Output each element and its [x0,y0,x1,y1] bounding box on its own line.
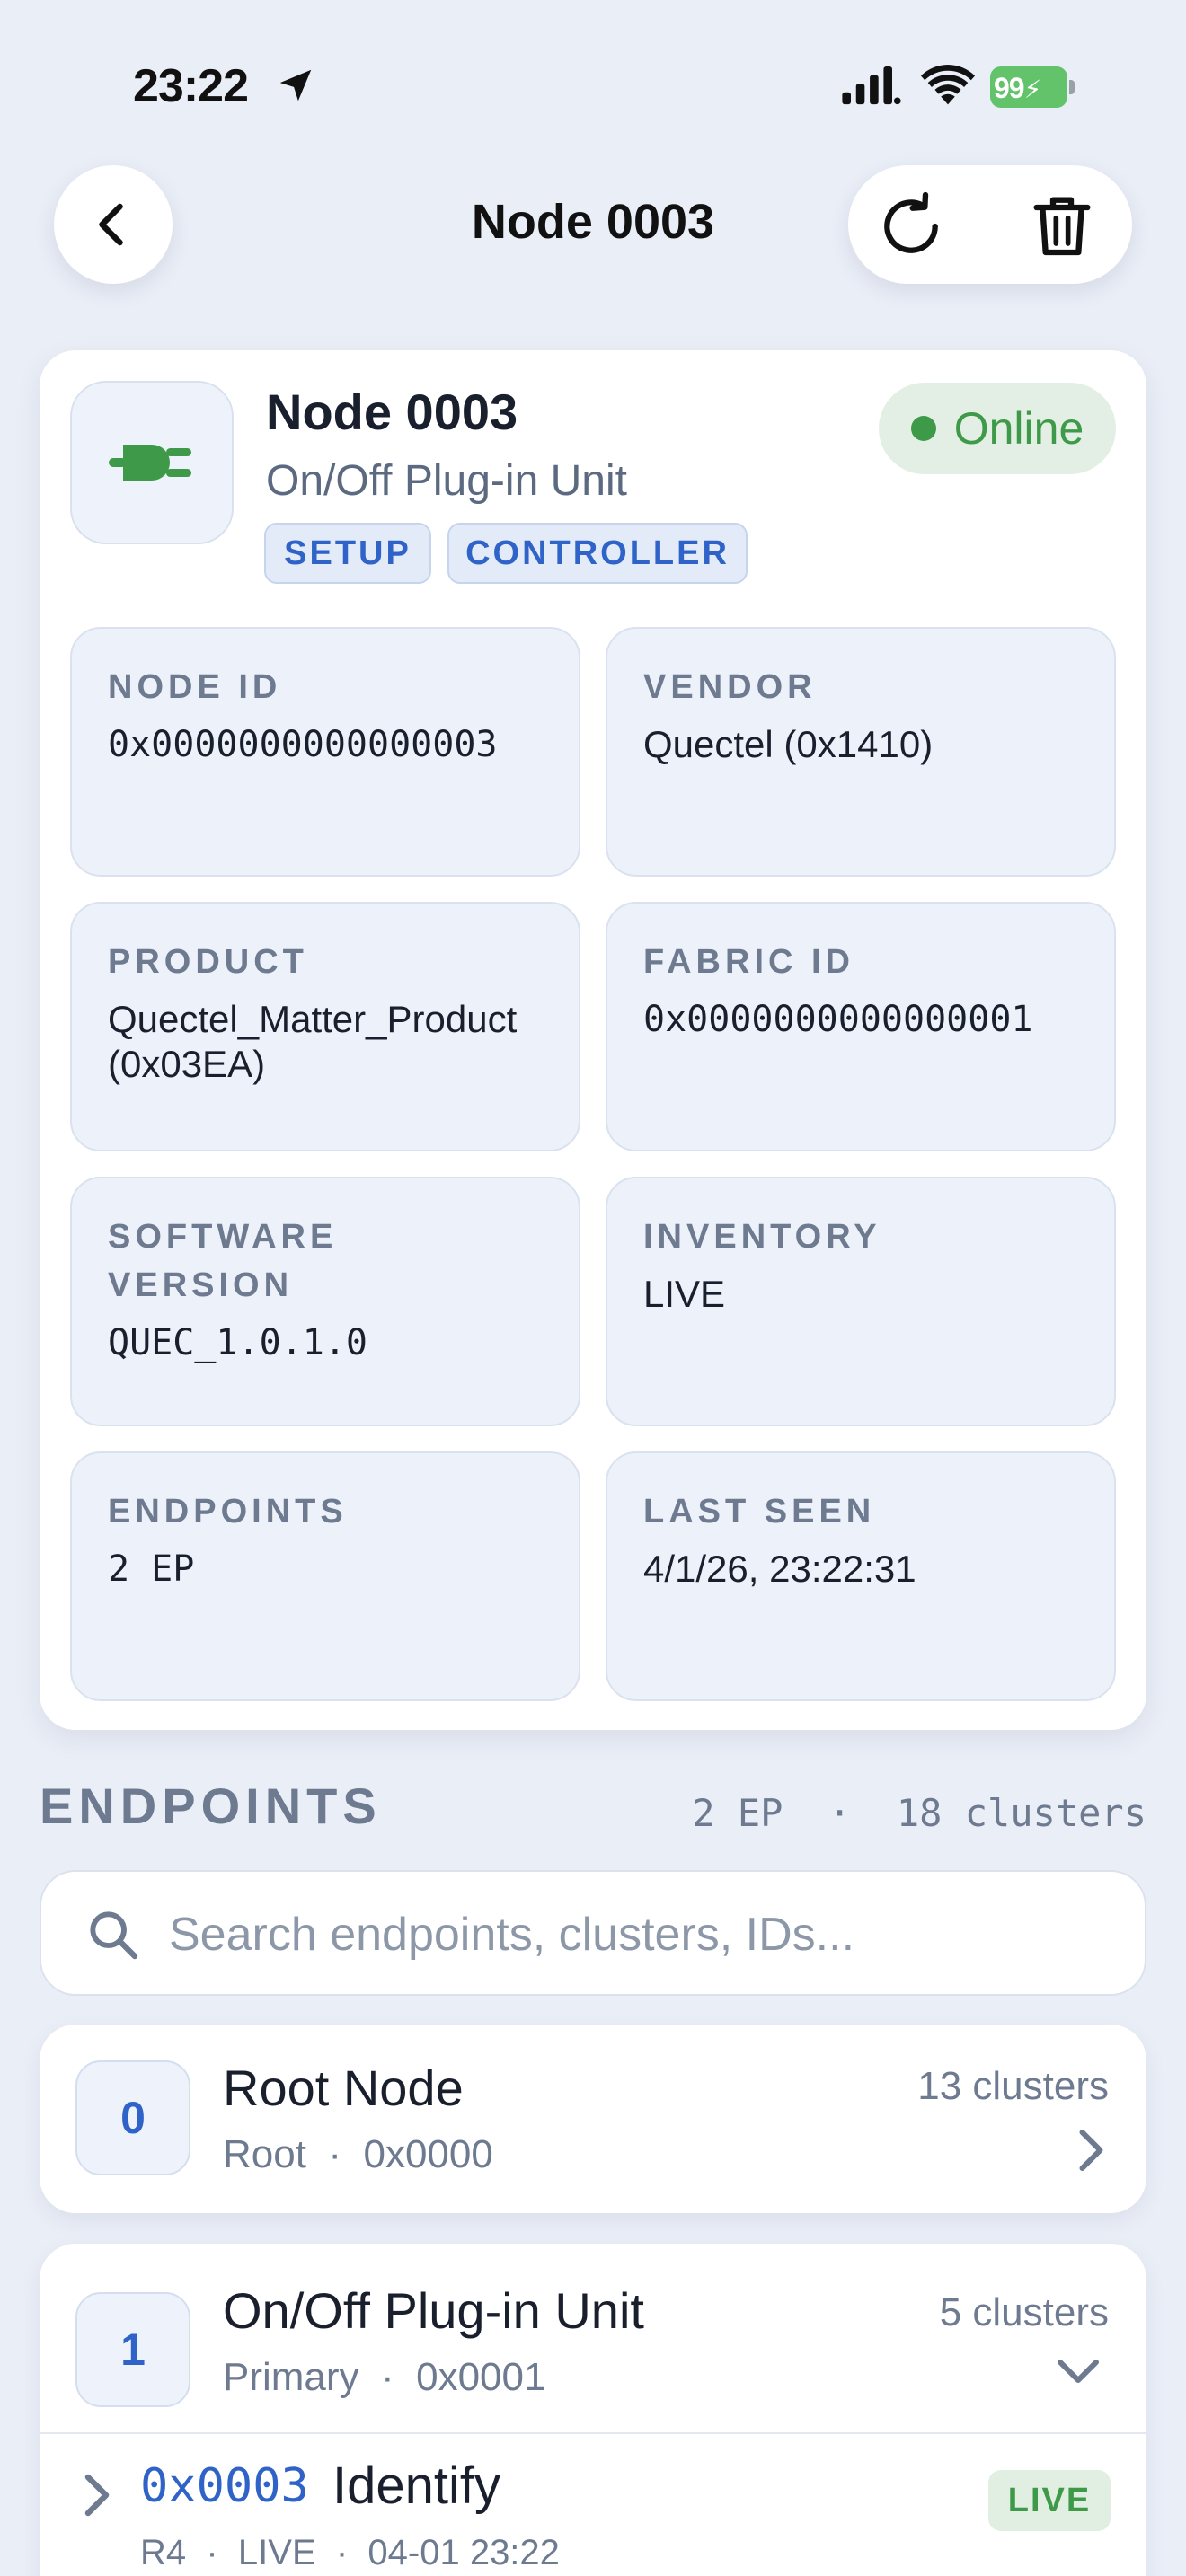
endpoints-summary: 2 EP · 18 clusters [692,1791,1146,1835]
bolt-icon: ⚡ [1023,75,1042,103]
info-tile-vendor: VENDOR Quectel (0x1410) [606,627,1116,877]
tile-label: NODE ID [108,668,282,706]
device-icon-tile [70,381,234,544]
endpoint-card-1: 1 On/Off Plug-in Unit Primary · 0x0001 5… [40,2244,1146,2576]
chevron-right-icon [1079,2130,1103,2171]
endpoint-name: On/Off Plug-in Unit [223,2282,644,2339]
cellular-signal-icon [842,66,901,105]
tile-label: LAST SEEN [643,1493,876,1531]
endpoint-meta: Root · 0x0000 [223,2132,493,2176]
refresh-icon[interactable] [875,190,947,262]
info-tile-node-id: NODE ID 0x0000000000000003 [70,627,580,877]
online-dot-icon [910,416,936,441]
battery-level: 99⚡ [994,72,1042,105]
tile-value: Quectel (0x1410) [643,723,934,765]
cluster-meta: R4 · LIVE · 04-01 23:22 [140,2533,560,2572]
device-type: On/Off Plug-in Unit [266,457,627,505]
tile-value: 4/1/26, 23:22:31 [643,1548,916,1590]
tile-label: VENDOR [643,668,817,706]
chevron-down-icon [1058,2360,1099,2383]
status-text: Online [953,403,1084,454]
trash-icon[interactable] [1026,189,1098,262]
tile-label: PRODUCT [108,943,308,981]
endpoint-cluster-count: 5 clusters [939,2290,1109,2334]
battery-cap [1069,80,1075,94]
status-bar: 23:22 99⚡ [0,56,1186,119]
search-icon [90,1911,138,1960]
tile-label: FABRIC ID [643,943,854,981]
endpoint-card-0[interactable]: 0 Root Node Root · 0x0000 13 clusters [40,2025,1146,2213]
cluster-name: Identify [332,2457,500,2515]
live-badge: LIVE [988,2470,1111,2531]
cluster-row[interactable]: 0x0003 Identify R4 · LIVE · 04-01 23:22 … [40,2434,1146,2576]
tile-value: Quectel_Matter_Product (0x03EA) [108,998,518,1085]
status-badge: Online [879,383,1116,474]
endpoint-cluster-count: 13 clusters [917,2064,1109,2108]
battery-indicator: 99⚡ [990,66,1075,108]
tile-label: SOFTWARE VERSION [108,1218,338,1304]
battery-percent: 99 [994,72,1025,104]
tile-value: QUEC_1.0.1.0 [108,1322,367,1363]
endpoint-name: Root Node [223,2060,464,2116]
info-tile-product: PRODUCT Quectel_Matter_Product (0x03EA) [70,902,580,1151]
info-tile-inventory: INVENTORY LIVE [606,1177,1116,1426]
cluster-id: 0x0003 [140,2459,309,2513]
tag-setup: SETUP [264,523,431,584]
device-summary-card: Node 0003 On/Off Plug-in Unit SETUP CONT… [40,350,1146,1730]
info-tile-last-seen: LAST SEEN 4/1/26, 23:22:31 [606,1451,1116,1701]
status-time: 23:22 [133,60,249,112]
tile-value: LIVE [643,1273,726,1315]
tile-label: INVENTORY [643,1218,881,1256]
search-bar [40,1870,1146,1996]
tile-value: 0x0000000000000003 [108,724,498,765]
info-tile-software-version: SOFTWARE VERSION QUEC_1.0.1.0 [70,1177,580,1426]
tile-value: 0x0000000000000001 [643,999,1033,1040]
endpoint-number: 1 [75,2292,190,2407]
location-arrow-icon [279,69,312,101]
tile-label: ENDPOINTS [108,1493,348,1531]
info-tile-fabric-id: FABRIC ID 0x0000000000000001 [606,902,1116,1151]
endpoint-number: 0 [75,2060,190,2175]
tile-value: 2 EP [108,1548,195,1590]
tag-controller: CONTROLLER [447,523,748,584]
device-name: Node 0003 [266,384,518,440]
plug-icon [109,445,191,481]
endpoints-heading: ENDPOINTS [40,1778,382,1834]
nav-actions-group [848,165,1132,284]
wifi-icon [920,65,976,105]
endpoint-header[interactable]: 1 On/Off Plug-in Unit Primary · 0x0001 5… [40,2244,1146,2432]
chevron-right-icon [84,2474,110,2517]
node-detail-screen: 23:22 99⚡ Node 0003 Node 0003 On/Off Plu… [0,0,1186,2576]
endpoint-meta: Primary · 0x0001 [223,2355,546,2399]
info-tile-endpoints: ENDPOINTS 2 EP [70,1451,580,1701]
search-input[interactable] [169,1899,1121,1971]
